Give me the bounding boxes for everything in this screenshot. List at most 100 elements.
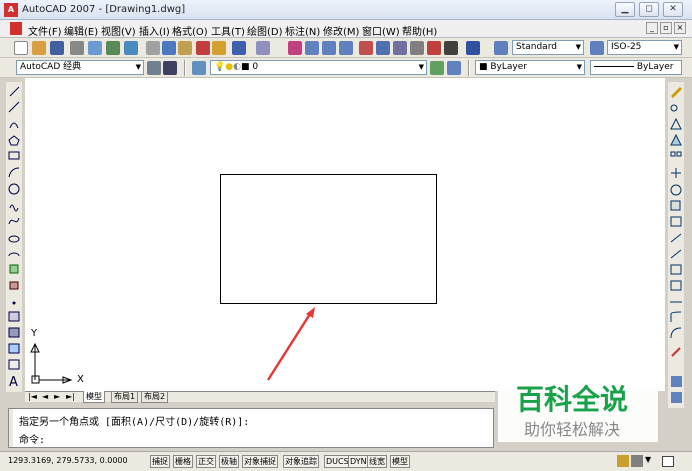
tab-layout2[interactable]: 布局2: [141, 391, 169, 403]
menu-format[interactable]: 格式(O): [172, 23, 208, 38]
arc-icon: [8, 167, 20, 178]
point-icon: [12, 301, 16, 305]
menu-help[interactable]: 帮助(H): [402, 23, 437, 38]
osnap-toggle[interactable]: 对象捕捉: [242, 455, 278, 468]
color-select[interactable]: ■ ByLayer ▼: [475, 60, 585, 75]
doc-close-button[interactable]: ×: [674, 22, 686, 34]
zoom-realtime-icon[interactable]: [305, 41, 319, 55]
model-toggle[interactable]: 模型: [390, 455, 410, 468]
bring-to-front-icon[interactable]: [671, 392, 682, 403]
tab-last-button[interactable]: ►|: [66, 392, 75, 401]
block-editor-icon[interactable]: [212, 41, 226, 55]
menu-file[interactable]: 文件(F): [28, 23, 62, 38]
dim-style-select[interactable]: ISO-25 ▼: [607, 40, 682, 55]
help-icon[interactable]: [466, 41, 480, 55]
undo-icon[interactable]: [232, 41, 246, 55]
menu-draw[interactable]: 绘图(D): [247, 23, 283, 38]
extend-icon: [670, 249, 682, 259]
region-icon: [8, 343, 20, 354]
ducs-toggle[interactable]: DUCS: [324, 455, 351, 468]
save-icon[interactable]: [50, 41, 64, 55]
toolbar-lock-icon[interactable]: [631, 455, 643, 467]
menu-window[interactable]: 窗口(W): [362, 23, 400, 38]
minimize-button[interactable]: ▁: [615, 2, 635, 17]
layer-previous-icon[interactable]: [447, 61, 461, 75]
menu-modify[interactable]: 修改(M): [323, 23, 359, 38]
menu-dimension[interactable]: 标注(N): [285, 23, 320, 38]
open-icon[interactable]: [32, 41, 46, 55]
explode-icon: [671, 347, 681, 357]
calculator-icon[interactable]: [444, 41, 458, 55]
tool-palettes-icon[interactable]: [393, 41, 407, 55]
snap-toggle[interactable]: 捕捉: [150, 455, 170, 468]
tab-first-button[interactable]: |◄: [28, 392, 37, 401]
menu-insert[interactable]: 插入(I): [139, 23, 170, 38]
copy-icon[interactable]: [162, 41, 176, 55]
command-grip[interactable]: [9, 409, 13, 447]
command-window[interactable]: 指定另一个角点或 [面积(A)/尺寸(D)/旋转(R)]: 命令:: [8, 408, 494, 448]
polygon-icon: [8, 135, 20, 146]
zoom-previous-icon[interactable]: [339, 41, 353, 55]
layer-manager-icon[interactable]: [192, 61, 206, 75]
maximize-button[interactable]: ◻: [639, 2, 659, 17]
clean-screen-icon[interactable]: [662, 456, 674, 467]
dyn-toggle[interactable]: DYN: [348, 455, 369, 468]
workspace-settings-icon[interactable]: [147, 61, 161, 75]
doc-restore-button[interactable]: ▫: [660, 22, 672, 34]
plot-icon[interactable]: [70, 41, 84, 55]
array-icon: [670, 151, 676, 157]
circle-icon: [8, 183, 20, 195]
lineweight-toggle[interactable]: 线宽: [367, 455, 387, 468]
hatch-icon: [8, 311, 20, 322]
break-icon: [670, 280, 682, 291]
pan-icon[interactable]: [288, 41, 302, 55]
ortho-toggle[interactable]: 正交: [196, 455, 216, 468]
multiline-text-icon: A: [9, 375, 18, 390]
polar-toggle[interactable]: 极轴: [219, 455, 239, 468]
sheet-set-icon[interactable]: [410, 41, 424, 55]
draw-order-icon[interactable]: [671, 376, 682, 387]
publish-icon[interactable]: [106, 41, 120, 55]
command-prompt[interactable]: 命令:: [19, 431, 45, 446]
tab-prev-button[interactable]: ◄: [42, 392, 48, 401]
zoom-window-icon[interactable]: [322, 41, 336, 55]
menu-edit[interactable]: 编辑(E): [64, 23, 98, 38]
markup-icon[interactable]: [427, 41, 441, 55]
doc-minimize-button[interactable]: _: [646, 22, 658, 34]
text-style-select[interactable]: Standard ▼: [512, 40, 584, 55]
preview-icon[interactable]: [88, 41, 102, 55]
menu-tools[interactable]: 工具(T): [211, 23, 245, 38]
new-icon[interactable]: [14, 41, 28, 55]
menu-view[interactable]: 视图(V): [101, 23, 136, 38]
standard-toolbar: Standard ▼ ISO-25 ▼: [0, 38, 692, 58]
grid-toggle[interactable]: 栅格: [173, 455, 193, 468]
tab-layout1[interactable]: 布局1: [111, 391, 139, 403]
status-menu-arrow[interactable]: ▼: [645, 455, 651, 464]
layer-select[interactable]: 💡●◐■ 0 ▼: [210, 60, 427, 75]
cut-icon[interactable]: [146, 41, 160, 55]
break-at-point-icon: [670, 264, 682, 275]
otrack-toggle[interactable]: 对象追踪: [283, 455, 319, 468]
ucs-y-label: Y: [31, 328, 38, 339]
3d-dwf-icon[interactable]: [124, 41, 138, 55]
workspace-select[interactable]: AutoCAD 经典 ▼: [16, 60, 144, 75]
tab-model[interactable]: 模型: [83, 391, 105, 403]
rectangle-icon: [8, 151, 20, 160]
close-button[interactable]: ✕: [663, 2, 683, 17]
gradient-icon: [8, 327, 20, 338]
properties-icon[interactable]: [359, 41, 373, 55]
paste-icon[interactable]: [178, 41, 192, 55]
drawing-canvas[interactable]: Y X: [25, 78, 665, 391]
redo-icon[interactable]: [256, 41, 270, 55]
make-current-layer-icon[interactable]: [430, 61, 444, 75]
drawing-svg: [30, 174, 437, 384]
erase-icon: [671, 87, 682, 98]
match-properties-icon[interactable]: [196, 41, 210, 55]
tab-next-button[interactable]: ►: [54, 392, 60, 401]
my-workspace-icon[interactable]: [163, 61, 177, 75]
design-center-icon[interactable]: [376, 41, 390, 55]
communication-center-icon[interactable]: [617, 455, 629, 467]
chamfer-icon: [670, 311, 682, 322]
scale-icon: [670, 200, 681, 211]
linetype-select[interactable]: ByLayer: [590, 60, 682, 75]
